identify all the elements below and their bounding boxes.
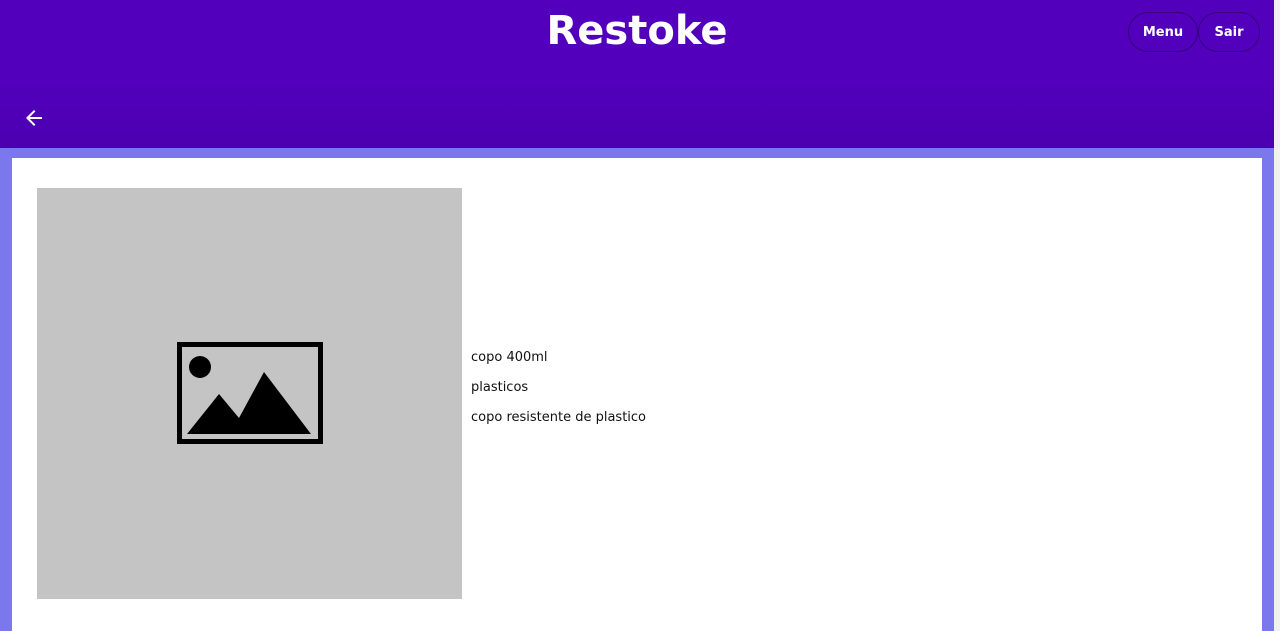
back-button[interactable] <box>22 106 46 130</box>
product-image <box>37 188 462 599</box>
app-header: Restoke Menu Sair <box>0 0 1274 148</box>
image-placeholder-icon <box>177 342 323 444</box>
logout-button[interactable]: Sair <box>1198 12 1260 52</box>
product-name: copo 400ml <box>471 350 548 365</box>
arrow-left-icon <box>26 110 42 126</box>
product-description: copo resistente de plastico <box>471 410 647 425</box>
page-scrollbar[interactable] <box>1274 0 1280 631</box>
product-category: plasticos <box>471 380 529 395</box>
product-card: copo 400ml plasticos copo resistente de … <box>12 158 1262 631</box>
menu-button[interactable]: Menu <box>1128 12 1198 52</box>
app-title: Restoke <box>546 8 728 54</box>
header-actions: Menu Sair <box>1128 12 1260 52</box>
product-details: copo 400ml plasticos copo resistente de … <box>471 348 646 438</box>
